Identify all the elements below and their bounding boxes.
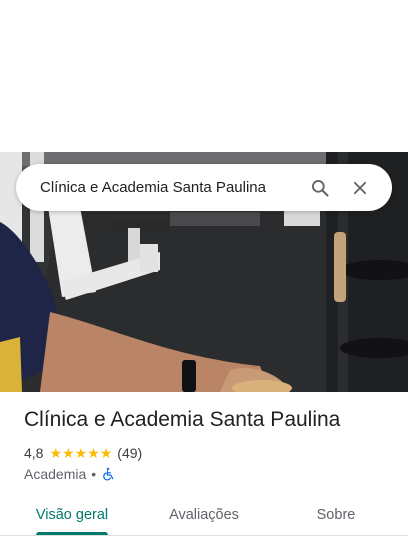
search-icon — [312, 179, 329, 196]
star-icon: ★ — [87, 445, 100, 461]
close-icon — [353, 181, 367, 194]
tab-reviews[interactable]: Avaliações — [154, 496, 254, 534]
close-button[interactable] — [340, 168, 380, 208]
tabs-divider — [0, 535, 408, 536]
search-button[interactable] — [300, 168, 340, 208]
rating-value: 4,8 — [24, 445, 44, 461]
wheelchair-icon — [103, 467, 114, 481]
category-row: Academia • — [24, 465, 115, 483]
star-icon: ★ — [74, 445, 88, 461]
tab-about[interactable]: Sobre — [286, 496, 386, 534]
review-count[interactable]: (49) — [117, 445, 142, 461]
star-rating: ★ ★ ★ ★ ★ — [49, 446, 112, 460]
star-icon: ★ — [49, 445, 63, 461]
search-bar[interactable]: Clínica e Academia Santa Paulina — [16, 164, 392, 211]
place-category: Academia — [24, 466, 87, 482]
tab-bar: Visão geral Avaliações Sobre — [0, 496, 408, 544]
tab-overview[interactable]: Visão geral — [22, 496, 122, 534]
blank-header-area — [0, 0, 408, 152]
star-icon: ★ — [99, 445, 113, 461]
star-icon: ★ — [62, 445, 75, 461]
separator: • — [91, 466, 97, 482]
rating-row[interactable]: 4,8 ★ ★ ★ ★ ★ (49) — [24, 444, 142, 462]
place-title: Clínica e Academia Santa Paulina — [24, 408, 341, 431]
search-query-text[interactable]: Clínica e Academia Santa Paulina — [40, 179, 300, 196]
